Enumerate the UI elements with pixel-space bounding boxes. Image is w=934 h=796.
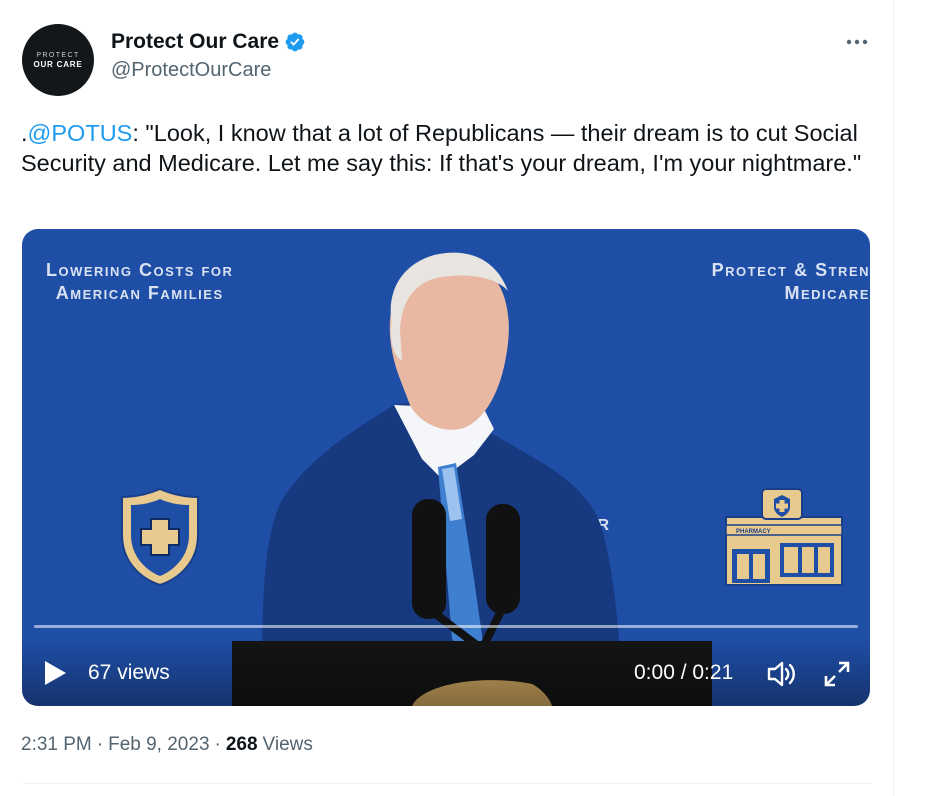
video-progress-bar[interactable] xyxy=(34,625,858,628)
more-dots-icon xyxy=(846,39,868,45)
tweet-text: .@POTUS: "Look, I know that a lot of Rep… xyxy=(21,118,881,178)
tweet-views-count: 268 xyxy=(225,734,258,755)
avatar[interactable]: PROTECT OUR CARE xyxy=(22,24,94,96)
video-controls: 67 views 0:00 / 0:21 xyxy=(22,639,870,706)
avatar-text-line1: PROTECT xyxy=(36,51,80,59)
author-handle[interactable]: @ProtectOurCare xyxy=(111,59,306,82)
volume-icon[interactable] xyxy=(766,659,798,689)
meta-separator: · xyxy=(96,734,104,755)
author-name-row: Protect Our Care xyxy=(111,30,306,54)
author-block: Protect Our Care @ProtectOurCare xyxy=(111,30,306,82)
meta-separator: · xyxy=(214,734,221,755)
tweet-text-body: : "Look, I know that a lot of Republican… xyxy=(21,120,862,176)
play-icon[interactable] xyxy=(42,659,68,687)
video-views-count: 67 views xyxy=(88,661,170,684)
speaker-video-frame xyxy=(232,252,712,706)
video-timestamp: 0:00 / 0:21 xyxy=(634,661,734,684)
tweet-divider xyxy=(22,783,872,784)
tweet-views-label: Views xyxy=(262,734,313,755)
fullscreen-icon[interactable] xyxy=(822,659,852,689)
tweet-date[interactable]: Feb 9, 2023 xyxy=(108,734,209,756)
tweet-time[interactable]: 2:31 PM xyxy=(21,734,92,756)
verified-badge-icon[interactable] xyxy=(284,31,306,53)
mention-link[interactable]: @POTUS xyxy=(28,120,133,146)
author-display-name[interactable]: Protect Our Care xyxy=(111,30,279,54)
tweet-meta: 2:31 PM · Feb 9, 2023 · 268 Views xyxy=(21,734,313,756)
column-divider xyxy=(893,0,894,796)
avatar-text-line2: OUR CARE xyxy=(33,59,83,69)
video-player[interactable]: Lowering Costs for American Families Pro… xyxy=(22,229,870,706)
more-options-button[interactable] xyxy=(840,30,874,54)
